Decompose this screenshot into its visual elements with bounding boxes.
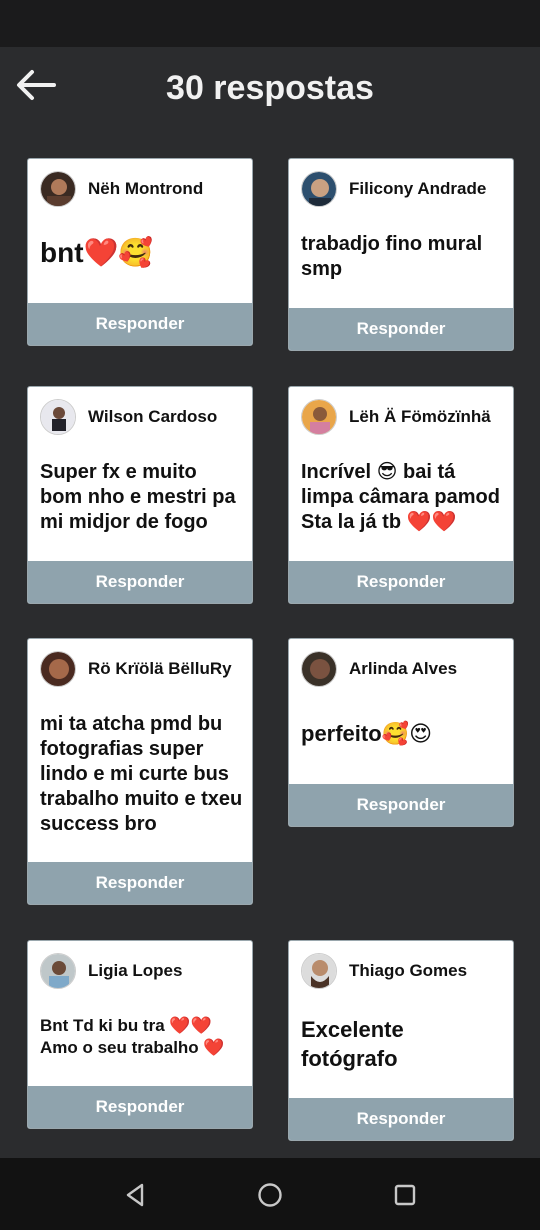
back-triangle-icon (126, 1183, 144, 1207)
author-name: Thiago Gomes (349, 961, 468, 980)
avatar[interactable] (40, 953, 76, 989)
comment-card: Lëh Ä Fömözïnhä Incrível 😎 bai tá limpa … (288, 386, 514, 604)
comment-author: Ligia Lopes (40, 953, 182, 989)
page-title: 30 respostas (166, 69, 374, 107)
author-name: Wilson Cardoso (88, 407, 218, 426)
comment-card: Filicony Andrade trabadjo fino mural smp… (288, 158, 514, 351)
reply-button[interactable]: Responder (289, 308, 513, 350)
comment-author: Arlinda Alves (301, 651, 457, 687)
comment-author: Filicony Andrade (301, 171, 486, 207)
comment-author: Rö Krïölä BëlluRy (40, 651, 232, 687)
comment-card: Thiago Gomes Excelente fotógrafo Respond… (288, 940, 514, 1141)
reply-button[interactable]: Responder (28, 862, 252, 904)
avatar[interactable] (301, 399, 337, 435)
avatar[interactable] (301, 651, 337, 687)
author-name: Lëh Ä Fömözïnhä (349, 407, 491, 426)
header: 30 respostas (0, 47, 540, 137)
comment-card: Arlinda Alves perfeito🥰😍 Responder (288, 638, 514, 827)
comment-author: Lëh Ä Fömözïnhä (301, 399, 491, 435)
nav-recents-button[interactable] (390, 1180, 420, 1210)
comment-author: Wilson Cardoso (40, 399, 217, 435)
reply-button[interactable]: Responder (289, 1098, 513, 1140)
avatar[interactable] (301, 171, 337, 207)
comment-text: Incrível 😎 bai tá limpa câmara pamod Sta… (301, 461, 500, 533)
author-name: Arlinda Alves (349, 659, 458, 678)
comment-text: Bnt Td ki bu tra ❤️❤️ Amo o seu trabalho… (40, 1016, 225, 1057)
avatar[interactable] (40, 399, 76, 435)
nav-home-button[interactable] (255, 1180, 285, 1210)
reply-button[interactable]: Responder (289, 784, 513, 826)
home-circle-icon (258, 1183, 282, 1207)
comment-text: bnt❤️🥰 (40, 237, 154, 268)
reply-button[interactable]: Responder (28, 1086, 252, 1128)
avatar[interactable] (40, 651, 76, 687)
comment-card: Wilson Cardoso Super fx e muito bom nho … (27, 386, 253, 604)
author-name: Nëh Montrond (88, 179, 204, 198)
navigation-bar (0, 1158, 540, 1230)
recents-square-icon (394, 1184, 416, 1206)
comment-author: Nëh Montrond (40, 171, 203, 207)
comment-card: Rö Krïölä BëlluRy mi ta atcha pmd bu fot… (27, 638, 253, 905)
avatar[interactable] (301, 953, 337, 989)
author-name: Filicony Andrade (349, 179, 487, 198)
comment-text: Excelente fotógrafo (301, 1017, 404, 1071)
status-bar (0, 0, 540, 47)
avatar[interactable] (40, 171, 76, 207)
reply-button[interactable]: Responder (28, 303, 252, 345)
nav-back-button[interactable] (120, 1180, 150, 1210)
comment-text: Super fx e muito bom nho e mestri pa mi … (40, 461, 236, 533)
comment-text: mi ta atcha pmd bu fotografias super lin… (40, 713, 243, 835)
reply-button[interactable]: Responder (289, 561, 513, 603)
reply-button[interactable]: Responder (28, 561, 252, 603)
comment-card: Ligia Lopes Bnt Td ki bu tra ❤️❤️ Amo o … (27, 940, 253, 1129)
author-name: Rö Krïölä BëlluRy (88, 659, 232, 678)
comment-text: trabadjo fino mural smp (301, 233, 483, 280)
author-name: Ligia Lopes (88, 961, 183, 980)
comment-text: perfeito🥰😍 (301, 721, 433, 746)
comment-card: Nëh Montrond bnt❤️🥰 Responder (27, 158, 253, 346)
comment-author: Thiago Gomes (301, 953, 467, 989)
